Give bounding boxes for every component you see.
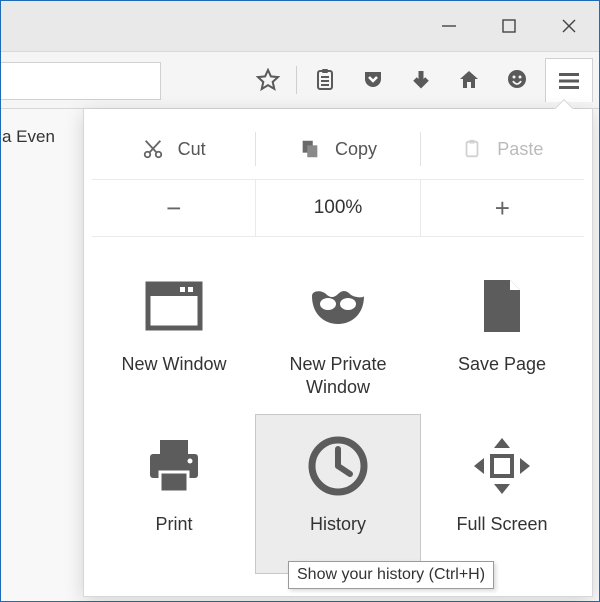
toolbar-separator: [296, 66, 297, 94]
print-button[interactable]: Print: [92, 415, 256, 575]
paste-label: Paste: [497, 139, 543, 160]
star-icon: [256, 68, 280, 92]
address-bar[interactable]: [1, 62, 161, 100]
new-window-button[interactable]: New Window: [92, 255, 256, 415]
cut-button[interactable]: Cut: [92, 138, 255, 160]
scissors-icon: [142, 138, 164, 160]
minus-icon: −: [166, 193, 181, 224]
pocket-icon: [361, 68, 385, 92]
page-icon: [470, 274, 534, 338]
new-private-window-label: New Private Window: [256, 353, 420, 398]
home-button[interactable]: [445, 60, 493, 100]
window-close-button[interactable]: [539, 1, 599, 51]
fullscreen-icon: [470, 434, 534, 498]
window-titlebar: [1, 1, 599, 51]
menu-grid: New Window New Private Window Save Page …: [92, 255, 584, 575]
paste-icon: [461, 138, 483, 160]
smiley-chat-icon: [505, 68, 529, 92]
paste-button[interactable]: Paste: [421, 138, 584, 160]
full-screen-label: Full Screen: [456, 513, 547, 536]
zoom-in-button[interactable]: +: [421, 180, 584, 236]
window-minimize-button[interactable]: [419, 1, 479, 51]
maximize-icon: [500, 17, 518, 35]
home-icon: [457, 68, 481, 92]
close-icon: [560, 17, 578, 35]
printer-icon: [142, 434, 206, 498]
pocket-button[interactable]: [349, 60, 397, 100]
downloads-button[interactable]: [397, 60, 445, 100]
new-window-label: New Window: [121, 353, 226, 376]
zoom-out-button[interactable]: −: [92, 180, 255, 236]
edit-row: Cut Copy Paste: [92, 125, 584, 173]
zoom-level[interactable]: 100%: [255, 180, 420, 236]
copy-icon: [299, 138, 321, 160]
minimize-icon: [440, 17, 458, 35]
menu-button[interactable]: [545, 58, 593, 102]
print-label: Print: [155, 513, 192, 536]
window-icon: [142, 274, 206, 338]
copy-label: Copy: [335, 139, 377, 160]
browser-window: a Even Cut Copy Paste: [0, 0, 600, 602]
download-arrow-icon: [409, 68, 433, 92]
zoom-row: − 100% +: [92, 179, 584, 237]
tab-title-fragment: a Even: [1, 127, 55, 147]
hello-button[interactable]: [493, 60, 541, 100]
panel-arrow: [554, 99, 574, 109]
mask-icon: [306, 274, 370, 338]
bookmark-star-button[interactable]: [244, 60, 292, 100]
new-private-window-button[interactable]: New Private Window: [256, 255, 420, 415]
save-page-label: Save Page: [458, 353, 546, 376]
app-menu-panel: Cut Copy Paste − 100% +: [83, 109, 593, 597]
copy-button[interactable]: Copy: [256, 138, 419, 160]
save-page-button[interactable]: Save Page: [420, 255, 584, 415]
tooltip: Show your history (Ctrl+H): [288, 561, 494, 589]
toolbar-icon-group: [244, 58, 593, 102]
history-button[interactable]: History: [255, 414, 421, 574]
full-screen-button[interactable]: Full Screen: [420, 415, 584, 575]
hamburger-icon: [557, 71, 581, 91]
clock-icon: [306, 434, 370, 498]
history-label: History: [310, 513, 366, 536]
browser-toolbar: [1, 51, 599, 109]
window-maximize-button[interactable]: [479, 1, 539, 51]
clipboard-list-icon: [313, 68, 337, 92]
plus-icon: +: [495, 193, 510, 224]
reading-list-button[interactable]: [301, 60, 349, 100]
cut-label: Cut: [178, 139, 206, 160]
